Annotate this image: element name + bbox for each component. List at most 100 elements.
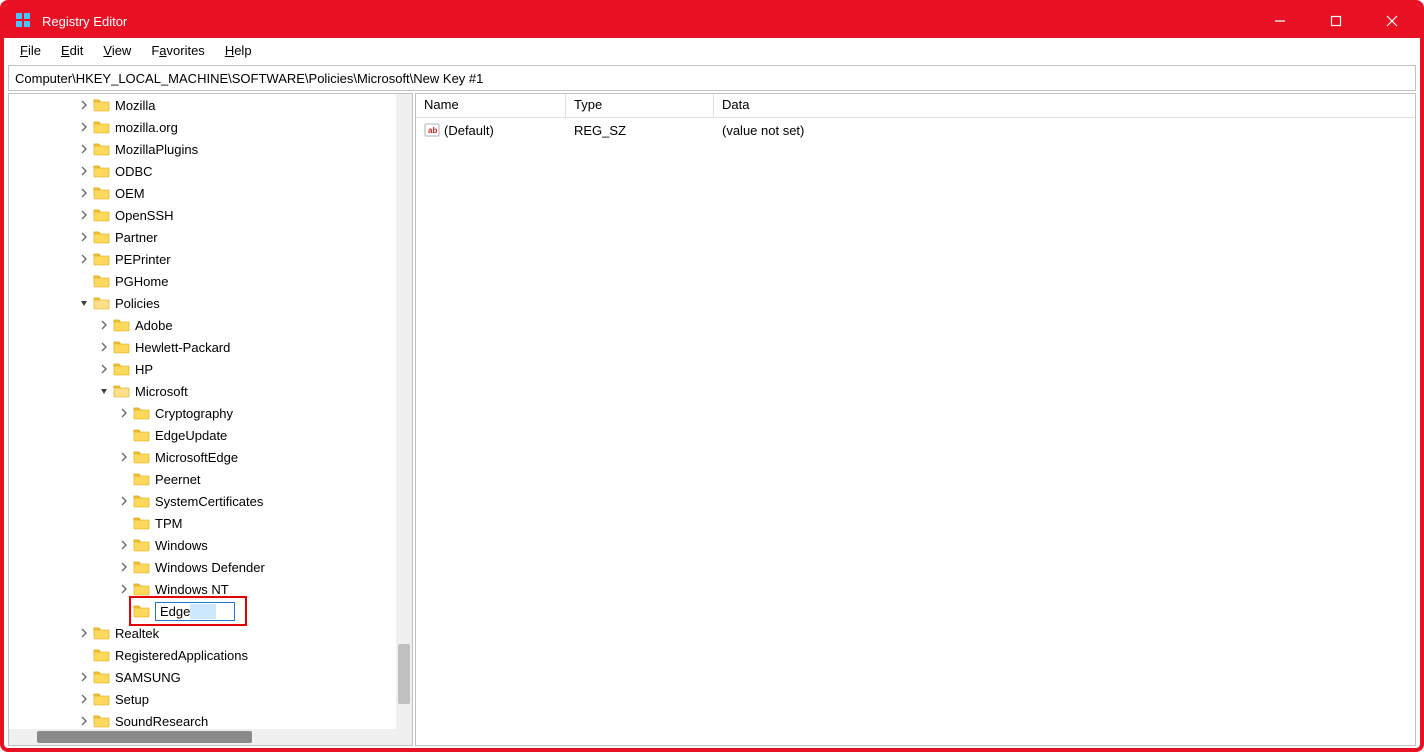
scrollbar-thumb[interactable] (37, 731, 252, 743)
expander-icon[interactable] (77, 296, 91, 310)
tree-item[interactable]: Cryptography (9, 402, 412, 424)
tree-item[interactable]: Adobe (9, 314, 412, 336)
regedit-app-icon (14, 11, 34, 31)
expander-icon[interactable] (77, 164, 91, 178)
expander-icon[interactable] (77, 252, 91, 266)
tree-scroll[interactable]: Mozillamozilla.orgMozillaPluginsODBC OEM O… (9, 94, 412, 729)
menu-file[interactable]: File (10, 39, 51, 62)
tree-item-label: SystemCertificates (155, 494, 263, 509)
tree-item[interactable]: SAMSUNG (9, 666, 412, 688)
tree-item-label: Adobe (135, 318, 173, 333)
folder-icon (113, 317, 131, 333)
tree-item[interactable]: PGHome (9, 270, 412, 292)
expander-icon (117, 472, 131, 486)
folder-icon (133, 493, 151, 509)
expander-icon[interactable] (77, 186, 91, 200)
folder-icon (133, 427, 151, 443)
close-button[interactable] (1364, 4, 1420, 38)
minimize-button[interactable] (1252, 4, 1308, 38)
address-bar[interactable]: Computer\HKEY_LOCAL_MACHINE\SOFTWARE\Pol… (8, 65, 1416, 91)
expander-icon[interactable] (117, 406, 131, 420)
expander-icon[interactable] (77, 670, 91, 684)
expander-icon[interactable] (117, 560, 131, 574)
tree-item-label: PGHome (115, 274, 168, 289)
tree-item[interactable]: MicrosoftEdge (9, 446, 412, 468)
tree-item[interactable]: Windows (9, 534, 412, 556)
expander-icon[interactable] (77, 142, 91, 156)
tree-item-label: MicrosoftEdge (155, 450, 238, 465)
tree-item[interactable]: HP (9, 358, 412, 380)
folder-icon (133, 581, 151, 597)
expander-icon[interactable] (77, 98, 91, 112)
column-name[interactable]: Name (416, 94, 566, 117)
tree-item[interactable]: Hewlett-Packard (9, 336, 412, 358)
tree-item[interactable]: SoundResearch (9, 710, 412, 729)
tree-item[interactable]: EdgeUpdate (9, 424, 412, 446)
expander-icon[interactable] (77, 120, 91, 134)
menu-favorites[interactable]: Favorites (141, 39, 214, 62)
menubar: File Edit View Favorites Help (4, 38, 1420, 64)
tree-item-label: OpenSSH (115, 208, 174, 223)
tree-item[interactable]: RegisteredApplications (9, 644, 412, 666)
expander-icon[interactable] (117, 494, 131, 508)
folder-icon (93, 119, 111, 135)
tree-item[interactable]: Peernet (9, 468, 412, 490)
folder-icon (113, 339, 131, 355)
tree-item[interactable]: PEPrinter (9, 248, 412, 270)
tree-item[interactable]: Setup (9, 688, 412, 710)
expander-icon[interactable] (77, 714, 91, 728)
expander-icon[interactable] (97, 318, 111, 332)
tree-item[interactable]: OEM (9, 182, 412, 204)
tree-item[interactable]: mozilla.org (9, 116, 412, 138)
expander-icon[interactable] (97, 340, 111, 354)
tree-item[interactable]: Policies (9, 292, 412, 314)
tree-item[interactable]: SystemCertificates (9, 490, 412, 512)
tree-item-label: OEM (115, 186, 145, 201)
tree-item[interactable]: OpenSSH (9, 204, 412, 226)
expander-icon[interactable] (77, 230, 91, 244)
value-row[interactable]: ab(Default) REG_SZ (value not set) (416, 118, 1415, 142)
folder-icon (93, 713, 111, 729)
expander-icon[interactable] (97, 384, 111, 398)
tree-item[interactable]: Mozilla (9, 94, 412, 116)
tree-item[interactable]: Windows Defender (9, 556, 412, 578)
tree-item[interactable]: ODBC (9, 160, 412, 182)
column-data[interactable]: Data (714, 94, 1072, 117)
expander-icon[interactable] (97, 362, 111, 376)
tree-item-label: HP (135, 362, 153, 377)
folder-icon (93, 163, 111, 179)
expander-icon[interactable] (117, 538, 131, 552)
column-type[interactable]: Type (566, 94, 714, 117)
expander-icon[interactable] (117, 582, 131, 596)
tree-horizontal-scrollbar[interactable] (9, 729, 412, 745)
maximize-button[interactable] (1308, 4, 1364, 38)
folder-icon (93, 647, 111, 663)
expander-icon[interactable] (117, 450, 131, 464)
tree-item[interactable]: MozillaPlugins (9, 138, 412, 160)
expander-icon (77, 648, 91, 662)
tree-item[interactable]: TPM (9, 512, 412, 534)
folder-icon (93, 207, 111, 223)
folder-icon (93, 251, 111, 267)
menu-help[interactable]: Help (215, 39, 262, 62)
tree-item-label: PEPrinter (115, 252, 171, 267)
expander-icon[interactable] (77, 692, 91, 706)
menu-view-rest: iew (112, 43, 132, 58)
expander-icon (117, 516, 131, 530)
expander-icon[interactable] (77, 626, 91, 640)
tree-item-label: SoundResearch (115, 714, 208, 729)
values-body[interactable]: ab(Default) REG_SZ (value not set) (416, 118, 1415, 745)
value-data: (value not set) (714, 121, 1415, 140)
folder-icon (93, 141, 111, 157)
expander-icon[interactable] (77, 208, 91, 222)
menu-view[interactable]: View (93, 39, 141, 62)
titlebar[interactable]: Registry Editor (4, 4, 1420, 38)
tree-item[interactable]: Microsoft (9, 380, 412, 402)
content: Mozillamozilla.orgMozillaPluginsODBC OEM O… (4, 93, 1420, 748)
tree-item-label: Policies (115, 296, 160, 311)
folder-icon (93, 625, 111, 641)
menu-edit[interactable]: Edit (51, 39, 93, 62)
tree-vertical-scrollbar[interactable] (396, 94, 412, 729)
tree-item[interactable]: Partner (9, 226, 412, 248)
scrollbar-thumb[interactable] (398, 644, 410, 704)
